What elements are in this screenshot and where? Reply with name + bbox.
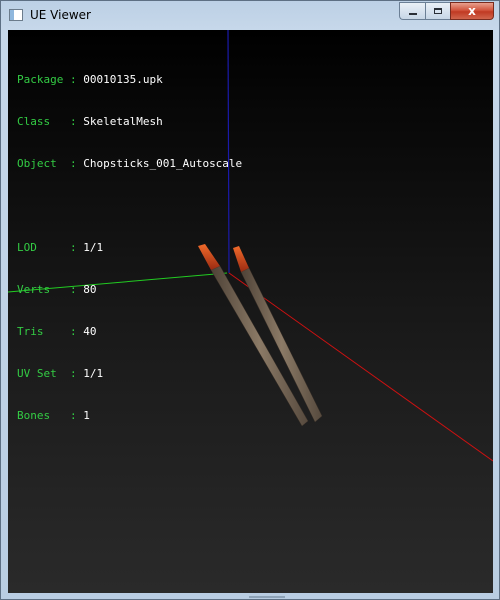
chopstick-right (240, 267, 323, 423)
info-value: 1/1 (83, 241, 104, 254)
info-label: Object (17, 157, 64, 170)
info-label: Package (17, 73, 64, 86)
info-tris: Tris : 40 (17, 325, 97, 338)
info-value: SkeletalMesh (83, 115, 163, 128)
caption-buttons: x (399, 2, 494, 22)
info-label: Verts (17, 283, 64, 296)
info-label: Class (17, 115, 64, 128)
info-label: Bones (17, 409, 64, 422)
mesh-info-overlay: Package : 00010135.upk Class : SkeletalM… (17, 45, 242, 451)
info-uvset: UV Set : 1/1 (17, 367, 104, 380)
resize-grip[interactable] (249, 596, 285, 598)
info-verts: Verts : 80 (17, 283, 97, 296)
info-value: 1 (83, 409, 90, 422)
close-button[interactable]: x (450, 2, 494, 20)
maximize-button[interactable] (425, 2, 450, 20)
info-class: Class : SkeletalMesh (17, 115, 163, 128)
info-value: 00010135.upk (83, 73, 163, 86)
info-label: UV Set (17, 367, 64, 380)
app-window: UE Viewer x Package: 00010135.upk Class… (0, 0, 500, 600)
minimize-button[interactable] (399, 2, 425, 20)
3d-viewport[interactable]: Package : 00010135.upk Class : SkeletalM… (8, 30, 493, 593)
info-label: Tris (17, 325, 64, 338)
close-icon: x (468, 4, 476, 18)
minimize-icon (408, 13, 417, 15)
window-title: UE Viewer (30, 8, 91, 22)
info-value: Chopsticks_001_Autoscale (83, 157, 243, 170)
info-value: 40 (83, 325, 97, 338)
maximize-icon (434, 8, 442, 14)
info-bones: Bones : 1 (17, 409, 90, 422)
info-object: Object : Chopsticks_001_Autoscale (17, 157, 243, 170)
info-lod: LOD : 1/1 (17, 241, 104, 254)
info-value: 1/1 (83, 367, 104, 380)
info-label: LOD (17, 241, 64, 254)
info-package: Package : 00010135.upk (17, 73, 163, 86)
title-bar[interactable]: UE Viewer x (1, 1, 499, 30)
info-value: 80 (83, 283, 97, 296)
window-app-icon[interactable] (9, 9, 23, 21)
